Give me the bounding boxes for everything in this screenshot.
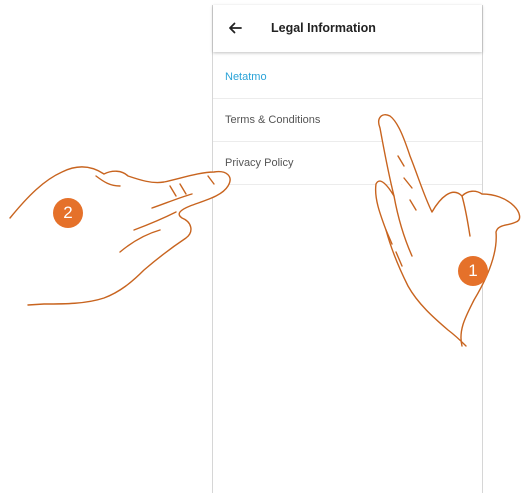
phone-screen: Legal Information Netatmo Terms & Condit… [212,5,483,493]
menu-item-privacy-policy[interactable]: Privacy Policy [213,143,482,185]
arrow-left-icon[interactable] [227,20,243,36]
menu-item-terms-conditions[interactable]: Terms & Conditions [213,100,482,142]
step-2-badge: 2 [53,198,83,228]
menu-item-label: Terms & Conditions [225,114,321,126]
step-1-badge: 1 [458,256,488,286]
app-header: Legal Information [213,5,482,52]
menu-item-netatmo[interactable]: Netatmo [213,57,482,99]
left-hand-icon [9,166,231,306]
menu-item-label: Privacy Policy [225,157,294,169]
page-title: Legal Information [271,21,376,35]
illustration-canvas: Legal Information Netatmo Terms & Condit… [0,0,523,493]
menu-item-label: Netatmo [225,71,267,83]
